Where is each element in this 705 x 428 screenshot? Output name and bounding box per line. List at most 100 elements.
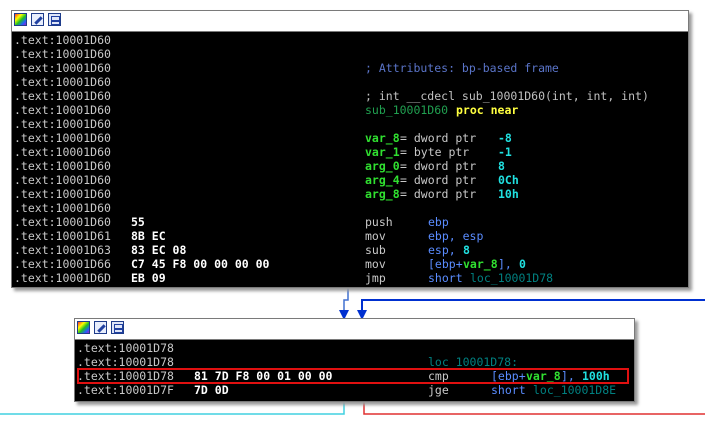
line-address: .text:10001D60 [14,215,111,229]
line-address: .text:10001D60 [14,187,111,201]
node-titlebar[interactable] [12,11,688,32]
procedure-name[interactable]: sub_10001D60 [365,103,448,117]
graph-node-loc-10001d78[interactable]: .text:10001D78 .text:10001D78 loc_10001D78… [74,318,635,402]
instruction-mnemonic: push [365,215,393,229]
line-address: .text:10001D78 [77,355,174,369]
variable-type: = byte ptr [400,145,470,159]
line-address: .text:10001D60 [14,159,111,173]
variable-type: = dword ptr [400,131,477,145]
asm-line[interactable]: .text:10001D78 loc_10001D78: [75,355,634,369]
line-address: .text:10001D7F [77,383,174,397]
instruction-mnemonic: mov [365,257,386,271]
asm-line[interactable]: .text:10001D60 [12,75,688,89]
variable-offset: -8 [498,131,512,145]
immediate-value: 8 [463,243,470,257]
asm-line[interactable]: .text:10001D60 ; int __cdecl sub_10001D60… [12,89,688,103]
instruction-operand[interactable]: ebp [428,215,449,229]
stack-variable[interactable]: var_8 [365,131,400,145]
line-address: .text:10001D60 [14,117,111,131]
function-prototype: ; int __cdecl sub_10001D60(int, int, int… [365,89,649,103]
variable-type: = dword ptr [400,187,477,201]
instruction-operand[interactable]: short [428,271,470,285]
jump-target[interactable]: loc_10001D8E [533,383,616,397]
variable-offset: 8 [498,159,505,173]
stack-variable[interactable]: arg_8 [365,187,400,201]
asm-line[interactable]: .text:10001D60 [12,117,688,131]
opcode-bytes: EB 09 [131,271,166,285]
operand-bracket: ], [498,257,519,271]
asm-line[interactable]: .text:10001D60 55 push ebp [12,215,688,229]
instruction-mnemonic: jmp [365,271,386,285]
immediate-value: 0 [519,257,526,271]
color-palette-icon[interactable] [14,13,27,26]
line-address: .text:10001D63 [14,243,111,257]
instruction-operand[interactable]: [ebp+ [428,257,463,271]
edge-loop-back [361,299,705,312]
asm-line[interactable]: .text:10001D78 [75,341,634,355]
jump-target[interactable]: loc_10001D78 [470,271,553,285]
asm-line[interactable]: .text:10001D60 arg_0 = dword ptr 8 [12,159,688,173]
asm-line[interactable]: .text:10001D60 arg_8 = dword ptr 10h [12,187,688,201]
line-address: .text:10001D60 [14,145,111,159]
variable-type: = dword ptr [400,173,477,187]
opcode-bytes: 55 [131,215,145,229]
edge-true-branch [0,402,345,415]
graph-node-sub-10001d60[interactable]: .text:10001D60 .text:10001D60 .text:10001D… [11,10,689,288]
line-address: .text:10001D60 [14,89,111,103]
line-address: .text:10001D78 [77,341,174,355]
opcode-bytes: 8B EC [131,229,166,243]
asm-line[interactable]: .text:10001D60 ; Attributes: bp-based fra… [12,61,688,75]
operand-variable[interactable]: var_8 [463,257,498,271]
asm-line[interactable]: .text:10001D63 83 EC 08 sub esp, 8 [12,243,688,257]
asm-line[interactable]: .text:10001D60 sub_10001D60 proc near [12,103,688,117]
highlight-box [77,368,629,384]
instruction-mnemonic: jge [428,383,449,397]
rename-node-icon[interactable] [94,321,107,334]
asm-line[interactable]: .text:10001D60 var_1 = byte ptr -1 [12,145,688,159]
instruction-operand[interactable]: ebp, esp [428,229,483,243]
asm-line[interactable]: .text:10001D61 8B EC mov ebp, esp [12,229,688,243]
group-nodes-icon[interactable] [111,321,124,334]
variable-offset: 10h [498,187,519,201]
asm-line[interactable]: .text:10001D6D EB 09 jmp short loc_10001D78 [12,271,688,285]
proc-keyword: proc near [456,103,519,117]
asm-line[interactable]: .text:10001D60 [12,47,688,61]
stack-variable[interactable]: var_1 [365,145,400,159]
line-address: .text:10001D61 [14,229,111,243]
edge-fallthrough [343,288,349,312]
opcode-bytes: 83 EC 08 [131,243,187,257]
instruction-mnemonic: mov [365,229,386,243]
asm-line[interactable]: .text:10001D60 arg_4 = dword ptr 0Ch [12,173,688,187]
line-address: .text:10001D60 [14,33,111,47]
variable-type: = dword ptr [400,159,477,173]
asm-line[interactable]: .text:10001D66 C7 45 F8 00 00 00 00 mov [eb… [12,257,688,271]
asm-line[interactable]: .text:10001D7F 7D 0D jge short loc_10001D8E [75,383,634,397]
instruction-operand[interactable]: short [491,383,533,397]
asm-line[interactable]: .text:10001D60 var_8 = dword ptr -8 [12,131,688,145]
location-label[interactable]: loc_10001D78: [428,355,518,369]
stack-variable[interactable]: arg_4 [365,173,400,187]
node-titlebar[interactable] [75,319,634,340]
line-address: .text:10001D60 [14,61,111,75]
line-address: .text:10001D60 [14,201,111,215]
opcode-bytes: C7 45 F8 00 00 00 00 [131,257,270,271]
line-address: .text:10001D60 [14,75,111,89]
line-address: .text:10001D6D [14,271,111,285]
instruction-operand[interactable]: esp, [428,243,463,257]
edge-false-branch [363,402,705,415]
group-nodes-icon[interactable] [48,13,61,26]
opcode-bytes: 7D 0D [194,383,229,397]
rename-node-icon[interactable] [31,13,44,26]
line-address: .text:10001D60 [14,47,111,61]
variable-offset: 0Ch [498,173,519,187]
line-address: .text:10001D60 [14,103,111,117]
color-palette-icon[interactable] [77,321,90,334]
variable-offset: -1 [498,145,512,159]
stack-variable[interactable]: arg_0 [365,159,400,173]
asm-line[interactable]: .text:10001D60 [12,201,688,215]
line-address: .text:10001D60 [14,173,111,187]
line-address: .text:10001D66 [14,257,111,271]
disassembly-listing: .text:10001D60 .text:10001D60 .text:10001D… [12,32,688,285]
asm-line[interactable]: .text:10001D60 [12,33,688,47]
instruction-mnemonic: sub [365,243,386,257]
